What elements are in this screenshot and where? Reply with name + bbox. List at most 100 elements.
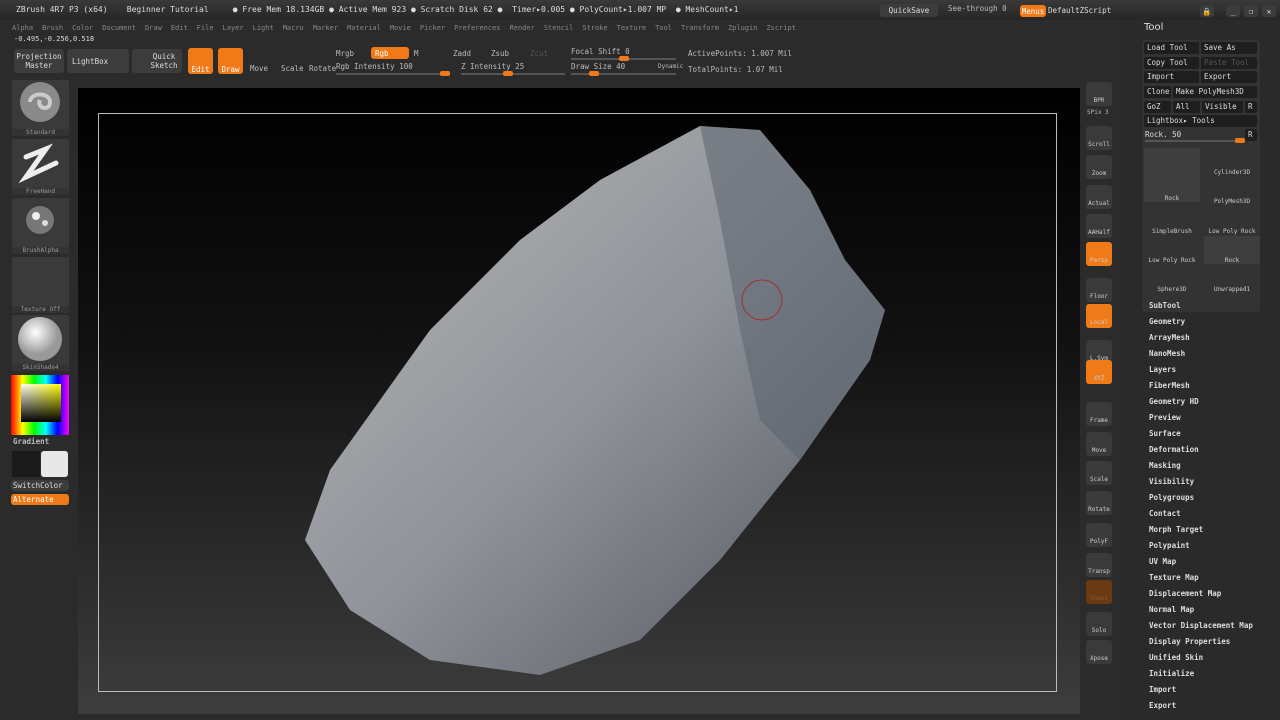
shelf-polyf-button[interactable]: PolyF	[1086, 523, 1112, 547]
rock-tool-slider[interactable]: Rock. 50	[1145, 130, 1181, 139]
tool-section-arraymesh[interactable]: ArrayMesh	[1149, 333, 1190, 342]
shelf-zoom-button[interactable]: Zoom	[1086, 155, 1112, 179]
tool-section-preview[interactable]: Preview	[1149, 413, 1181, 422]
rgb-intensity-slider[interactable]: Rgb Intensity 100	[336, 62, 413, 71]
tool-section-deformation[interactable]: Deformation	[1149, 445, 1199, 454]
tool-section-masking[interactable]: Masking	[1149, 461, 1181, 470]
tool-section-contact[interactable]: Contact	[1149, 509, 1181, 518]
shelf-solo-button[interactable]: Solo	[1086, 612, 1112, 636]
lightbox-button[interactable]: LightBox	[67, 49, 129, 73]
tool-r-button[interactable]: R	[1245, 129, 1257, 141]
tool-section-visibility[interactable]: Visibility	[1149, 477, 1194, 486]
edit-button[interactable]: Edit	[188, 48, 213, 74]
tool-thumb-cylinder3d[interactable]: Cylinder3D	[1204, 148, 1260, 176]
tool-thumb-polymesh3d[interactable]: PolyMesh3D	[1204, 177, 1260, 205]
z-intensity-track[interactable]	[461, 71, 565, 76]
alternate-button[interactable]: Alternate	[11, 494, 69, 505]
menu-color[interactable]: Color	[72, 24, 93, 32]
mrgb-button[interactable]: Mrgb	[336, 49, 354, 58]
make-polymesh3d-button[interactable]: Make PolyMesh3D	[1173, 86, 1257, 98]
m-button[interactable]: M	[414, 49, 419, 58]
menu-movie[interactable]: Movie	[390, 24, 411, 32]
shelf-local-button[interactable]: Local	[1086, 304, 1112, 328]
draw-size-slider[interactable]: Draw Size 40	[571, 62, 625, 71]
load-tool-button[interactable]: Load Tool	[1144, 42, 1199, 54]
tool-section-uv-map[interactable]: UV Map	[1149, 557, 1176, 566]
tool-section-polygroups[interactable]: Polygroups	[1149, 493, 1194, 502]
tool-section-initialize[interactable]: Initialize	[1149, 669, 1194, 678]
tool-section-normal-map[interactable]: Normal Map	[1149, 605, 1194, 614]
move-button[interactable]: Move	[250, 64, 268, 73]
rgb-intensity-track[interactable]	[336, 71, 450, 76]
menu-stencil[interactable]: Stencil	[544, 24, 574, 32]
shelf-aahalf-button[interactable]: AAHalf	[1086, 214, 1112, 238]
menu-zscript[interactable]: Zscript	[766, 24, 796, 32]
tool-section-surface[interactable]: Surface	[1149, 429, 1181, 438]
tool-section-subtool[interactable]: SubTool	[1149, 301, 1181, 310]
draw-size-track[interactable]	[571, 71, 676, 76]
menu-transform[interactable]: Transform	[681, 24, 719, 32]
menu-render[interactable]: Render	[510, 24, 535, 32]
shelf-xyz-button[interactable]: XYZ	[1086, 360, 1112, 384]
primary-color-swatch[interactable]	[41, 451, 68, 477]
menu-picker[interactable]: Picker	[420, 24, 445, 32]
secondary-color-swatch[interactable]	[12, 451, 40, 477]
tool-thumb-rock[interactable]: Rock	[1204, 236, 1260, 264]
tool-section-polypaint[interactable]: Polypaint	[1149, 541, 1190, 550]
export-button[interactable]: Export	[1201, 71, 1257, 83]
tool-thumb-low-poly-rock[interactable]: Low Poly Rock	[1144, 236, 1200, 264]
menus-toggle[interactable]: Menus	[1020, 5, 1046, 17]
menu-stroke[interactable]: Stroke	[582, 24, 607, 32]
color-picker[interactable]	[11, 375, 69, 435]
shelf-persp-button[interactable]: Persp	[1086, 242, 1112, 266]
tool-section-nanomesh[interactable]: NanoMesh	[1149, 349, 1185, 358]
shelf-transp-button[interactable]: Transp	[1086, 553, 1112, 577]
menu-alpha[interactable]: Alpha	[12, 24, 33, 32]
shelf-floor-button[interactable]: Floor	[1086, 278, 1112, 302]
save-as-button[interactable]: Save As	[1201, 42, 1257, 54]
close-icon[interactable]: ✕	[1262, 5, 1276, 17]
gradient-label[interactable]: Gradient	[13, 437, 49, 446]
rock-slider-track[interactable]	[1145, 138, 1245, 143]
tool-thumb-low-poly-rock[interactable]: Low Poly Rock	[1204, 207, 1260, 235]
shelf-xpose-button[interactable]: Xpose	[1086, 640, 1112, 664]
zcut-button[interactable]: Zcut	[530, 49, 548, 58]
projection-master-button[interactable]: Projection Master	[14, 49, 64, 73]
tool-section-layers[interactable]: Layers	[1149, 365, 1176, 374]
menu-preferences[interactable]: Preferences	[454, 24, 500, 32]
stroke-thumbnail[interactable]: FreeHand	[12, 139, 69, 195]
tool-section-morph-target[interactable]: Morph Target	[1149, 525, 1203, 534]
goz-r-button[interactable]: R	[1245, 101, 1257, 113]
tool-thumb-unwrapped1[interactable]: Unwrapped1	[1204, 265, 1260, 293]
tool-section-vector-displacement-map[interactable]: Vector Displacement Map	[1149, 621, 1253, 630]
menu-material[interactable]: Material	[347, 24, 381, 32]
menu-macro[interactable]: Macro	[283, 24, 304, 32]
tool-section-fibermesh[interactable]: FiberMesh	[1149, 381, 1190, 390]
default-zscript-button[interactable]: DefaultZScript	[1048, 6, 1111, 15]
menu-tool[interactable]: Tool	[655, 24, 672, 32]
menu-layer[interactable]: Layer	[223, 24, 244, 32]
tool-section-texture-map[interactable]: Texture Map	[1149, 573, 1199, 582]
tool-thumb-simplebrush[interactable]: SimpleBrush	[1144, 207, 1200, 235]
shelf-scroll-button[interactable]: Scroll	[1086, 126, 1112, 150]
shelf-bpr-button[interactable]: BPR	[1086, 82, 1112, 106]
focal-shift-track[interactable]	[571, 56, 676, 61]
menu-marker[interactable]: Marker	[313, 24, 338, 32]
goz-button[interactable]: GoZ	[1144, 101, 1171, 113]
shelf-frame-button[interactable]: Frame	[1086, 402, 1112, 426]
tool-section-import[interactable]: Import	[1149, 685, 1176, 694]
quicksave-button[interactable]: QuickSave	[880, 4, 938, 17]
zsub-button[interactable]: Zsub	[491, 49, 509, 58]
tool-thumb-rock[interactable]: Rock	[1144, 148, 1200, 202]
scale-button[interactable]: Scale	[281, 64, 304, 73]
rgb-button[interactable]: Rgb	[371, 47, 409, 59]
tool-section-export[interactable]: Export	[1149, 701, 1176, 710]
tool-section-geometry-hd[interactable]: Geometry HD	[1149, 397, 1199, 406]
z-intensity-slider[interactable]: Z Intensity 25	[461, 62, 524, 71]
menu-light[interactable]: Light	[253, 24, 274, 32]
tool-section-unified-skin[interactable]: Unified Skin	[1149, 653, 1203, 662]
rotate-button[interactable]: Rotate	[309, 64, 336, 73]
focal-shift-slider[interactable]: Focal Shift 0	[571, 47, 630, 56]
tool-section-display-properties[interactable]: Display Properties	[1149, 637, 1230, 646]
switch-color-button[interactable]: SwitchColor	[11, 480, 69, 491]
